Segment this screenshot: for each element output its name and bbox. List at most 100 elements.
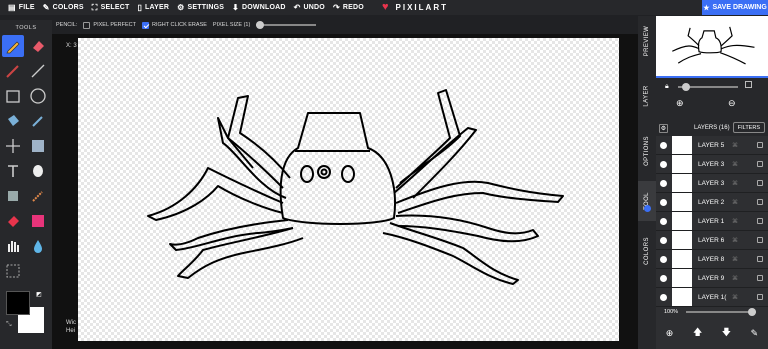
colors-menu[interactable]: ✎ COLORS: [43, 3, 84, 12]
hand-tool[interactable]: [2, 235, 24, 257]
color-swatch-tool[interactable]: [27, 210, 49, 232]
panel-tabs: PREVIEW LAYER OPTIONS TOOL COLORS: [638, 16, 656, 349]
file-menu[interactable]: ▤ FILE: [8, 3, 35, 12]
star-icon: ★: [703, 4, 710, 12]
link-icon[interactable]: ⌘: [732, 256, 738, 263]
layer-settings-icon[interactable]: ⚙: [659, 123, 668, 133]
layer-row[interactable]: LAYER 2 ⌘: [656, 193, 768, 212]
right-click-erase-checkbox[interactable]: [142, 21, 149, 29]
visibility-icon[interactable]: [660, 274, 667, 282]
selection-tool[interactable]: [2, 260, 24, 282]
zoom-in-icon[interactable]: ⊕: [676, 98, 684, 109]
shade-tool[interactable]: [27, 135, 49, 157]
link-icon[interactable]: ⌘: [732, 294, 738, 301]
selection-icon: [6, 264, 20, 278]
visibility-icon[interactable]: [660, 198, 667, 206]
visibility-icon[interactable]: [660, 160, 667, 168]
settings-menu[interactable]: ⚙ SETTINGS: [177, 3, 224, 12]
swap-colors-icon[interactable]: ⤡: [6, 321, 12, 329]
edit-layer-icon[interactable]: ✎: [751, 328, 759, 339]
replace-color-tool[interactable]: [2, 210, 24, 232]
layer-menu[interactable]: ▯ LAYER: [137, 3, 169, 12]
visibility-icon[interactable]: [660, 217, 667, 225]
layer-select-checkbox[interactable]: [757, 294, 763, 300]
tab-colors[interactable]: COLORS: [638, 228, 656, 273]
layer-select-checkbox[interactable]: [757, 237, 763, 243]
layer-row[interactable]: LAYER 1(⌘: [656, 288, 768, 307]
droplet-tool[interactable]: [27, 235, 49, 257]
layer-row[interactable]: LAYER 3 ⌘: [656, 155, 768, 174]
primary-color-swatch[interactable]: [6, 291, 30, 315]
dither-tool[interactable]: [27, 160, 49, 182]
link-icon[interactable]: ⌘: [732, 161, 738, 168]
spray-tool[interactable]: [27, 185, 49, 207]
brand-logo[interactable]: ♥ PIXILART: [382, 1, 448, 13]
eyedropper-tool[interactable]: [27, 110, 49, 132]
redo-button[interactable]: ↷ REDO: [333, 3, 364, 12]
layer-row[interactable]: LAYER 9 ⌘: [656, 269, 768, 288]
visibility-icon[interactable]: [660, 179, 667, 187]
eraser-icon: [33, 41, 44, 52]
tab-options[interactable]: OPTIONS: [638, 126, 656, 176]
visibility-icon[interactable]: [660, 236, 667, 244]
tab-tool[interactable]: TOOL: [638, 181, 656, 221]
zoom-slider[interactable]: [686, 308, 757, 316]
download-icon: ⬇: [232, 3, 240, 12]
layer-row[interactable]: LAYER 5 ⌘: [656, 136, 768, 155]
gradient-tool[interactable]: [2, 185, 24, 207]
pixel-perfect-checkbox[interactable]: [83, 21, 91, 29]
move-layer-up-icon[interactable]: 🡅: [693, 325, 702, 341]
undo-button[interactable]: ↶ UNDO: [294, 3, 325, 12]
zoom-out-icon[interactable]: ⊖: [728, 98, 736, 109]
brush-tool[interactable]: [2, 60, 24, 82]
link-icon[interactable]: ⌘: [732, 218, 738, 225]
preview-thumbnail[interactable]: [656, 16, 768, 78]
toggle-checkbox[interactable]: [745, 81, 752, 88]
line-tool[interactable]: [27, 60, 49, 82]
add-layer-icon[interactable]: ⊕: [666, 328, 674, 339]
filters-button[interactable]: FILTERS: [732, 122, 765, 133]
opacity-slider[interactable]: [678, 83, 738, 91]
visibility-icon[interactable]: [660, 255, 667, 263]
link-icon[interactable]: ⌘: [732, 275, 738, 282]
layer-row[interactable]: LAYER 1 ⌘: [656, 212, 768, 231]
layer-thumbnail: [672, 269, 692, 287]
slider-knob[interactable]: [256, 21, 265, 29]
ellipse-tool[interactable]: [27, 85, 49, 107]
layer-select-checkbox[interactable]: [757, 199, 763, 205]
slider-knob[interactable]: [748, 308, 757, 316]
lock-icon[interactable]: 🔒︎: [665, 83, 669, 91]
save-drawing-button[interactable]: ★ SAVE DRAWING: [702, 0, 768, 15]
visibility-icon[interactable]: [660, 293, 667, 301]
pencil-tool[interactable]: [2, 35, 24, 57]
select-menu[interactable]: ⛶ SELECT: [92, 3, 130, 13]
drawing-canvas[interactable]: [78, 38, 619, 341]
slider-knob[interactable]: [682, 83, 690, 91]
layer-row[interactable]: LAYER 6 ⌘: [656, 231, 768, 250]
rectangle-tool[interactable]: [2, 85, 24, 107]
right-click-erase-label: RIGHT CLICK ERASE: [152, 22, 207, 28]
layer-select-checkbox[interactable]: [757, 256, 763, 262]
eraser-tool[interactable]: [27, 35, 49, 57]
tab-preview[interactable]: PREVIEW: [638, 16, 656, 66]
layer-row[interactable]: LAYER 3 ⌘: [656, 174, 768, 193]
pixel-size-slider[interactable]: [256, 21, 317, 29]
link-icon[interactable]: ⌘: [732, 237, 738, 244]
fill-tool[interactable]: [2, 110, 24, 132]
layer-select-checkbox[interactable]: [757, 161, 763, 167]
text-tool[interactable]: [2, 160, 24, 182]
link-icon[interactable]: ⌘: [732, 199, 738, 206]
move-tool[interactable]: [2, 135, 24, 157]
visibility-icon[interactable]: [660, 141, 667, 149]
layer-select-checkbox[interactable]: [757, 142, 763, 148]
layer-select-checkbox[interactable]: [757, 275, 763, 281]
link-icon[interactable]: ⌘: [732, 180, 738, 187]
layer-row[interactable]: LAYER 8 ⌘: [656, 250, 768, 269]
download-menu[interactable]: ⬇ DOWNLOAD: [232, 3, 286, 12]
layer-select-checkbox[interactable]: [757, 218, 763, 224]
move-layer-down-icon[interactable]: 🡇: [722, 325, 731, 341]
reset-colors-icon[interactable]: ◩: [36, 291, 42, 298]
tab-layer[interactable]: LAYER: [638, 76, 656, 116]
link-icon[interactable]: ⌘: [732, 142, 738, 149]
layer-select-checkbox[interactable]: [757, 180, 763, 186]
